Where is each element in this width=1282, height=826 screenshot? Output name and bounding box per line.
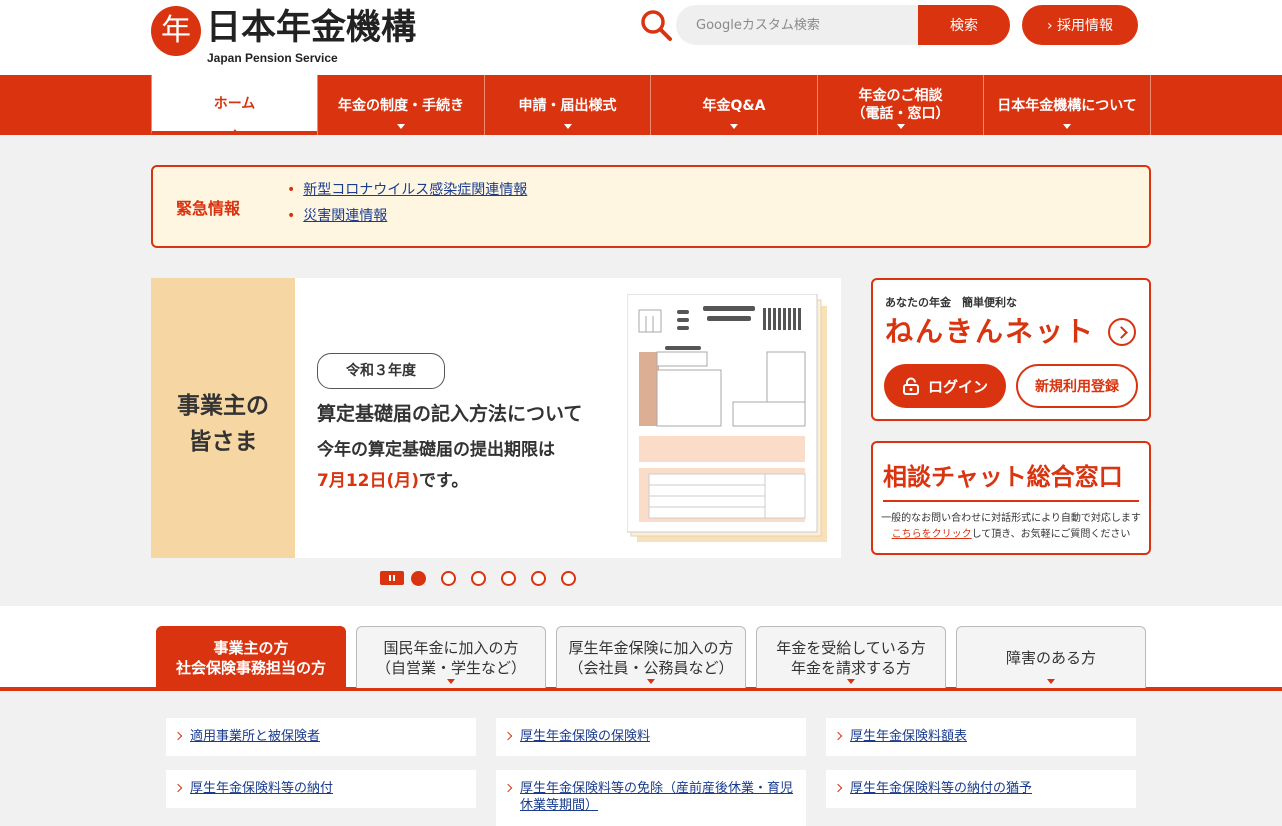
tab-label-line2: （自営業・学生など） — [375, 658, 526, 677]
tab-disability[interactable]: 障害のある方 — [956, 626, 1146, 688]
tab-label-line1: 年金を受給している方 — [776, 638, 926, 657]
consult-chat-title-link[interactable]: 相談チャット総合窓口 — [883, 457, 1139, 502]
login-button-label: ログイン — [927, 377, 988, 396]
banner-side-line1: 事業主の — [177, 393, 269, 419]
banner-side-panel: 事業主の 皆さま — [151, 278, 295, 558]
search-button[interactable]: 検索 — [918, 5, 1010, 45]
nav-item-label: 日本年金機構について — [997, 98, 1137, 114]
search-input[interactable] — [676, 5, 920, 45]
tab-pension-recipients[interactable]: 年金を受給している方 年金を請求する方 — [756, 626, 946, 688]
nav-item-about[interactable]: 日本年金機構について — [983, 75, 1151, 135]
register-button[interactable]: 新規利用登録 — [1016, 364, 1138, 408]
consult-chat-description: 一般的なお問い合わせに対話形式により自動で対応します こちらをクリックして頂き、… — [879, 511, 1143, 543]
tab-label: 事業主の方 社会保険事務担当の方 — [176, 638, 326, 678]
chevron-right-circle-icon[interactable] — [1108, 318, 1136, 346]
tab-label-line2: 年金を請求する方 — [790, 658, 911, 677]
chevron-down-icon — [447, 679, 455, 684]
tab-label: 厚生年金保険に加入の方 （会社員・公務員など） — [568, 638, 733, 678]
tab-label-line2: 社会保険事務担当の方 — [175, 658, 326, 677]
carousel-dot-1[interactable] — [411, 571, 426, 586]
nav-item-label: 年金Q&A — [702, 98, 766, 114]
chevron-down-icon — [847, 679, 855, 684]
chevron-down-icon — [1047, 679, 1055, 684]
tab-label-line2: （会社員・公務員など） — [568, 658, 734, 677]
carousel-dot-5[interactable] — [531, 571, 546, 586]
carousel-pause-button[interactable] — [380, 571, 404, 585]
link-card[interactable]: 厚生年金保険の保険料 — [496, 718, 806, 756]
link-card[interactable]: 厚生年金保険料等の免除（産前産後休業・育児休業等期間） — [496, 770, 806, 826]
link-card[interactable]: 適用事業所と被保険者 — [166, 718, 476, 756]
nav-item-label: ホーム — [213, 96, 256, 112]
tab-employee-pension[interactable]: 厚生年金保険に加入の方 （会社員・公務員など） — [556, 626, 746, 688]
emergency-info-box: 緊急情報 新型コロナウイルス感染症関連情報 災害関連情報 — [151, 165, 1151, 248]
nav-item-label: 申請・届出様式 — [518, 98, 617, 114]
banner-deadline-date: 7月12日(月) — [317, 471, 420, 491]
nav-item-home[interactable]: ホーム — [151, 75, 317, 135]
carousel-dot-4[interactable] — [501, 571, 516, 586]
chevron-down-icon — [896, 124, 905, 129]
nav-item-label: 年金の制度・手続き — [338, 98, 464, 114]
emergency-link-covid[interactable]: 新型コロナウイルス感染症関連情報 — [287, 179, 527, 199]
tab-label: 年金を受給している方 年金を請求する方 — [776, 638, 926, 678]
link-card[interactable]: 厚生年金保険料等の納付の猶予 — [826, 770, 1136, 808]
banner-year-badge: 令和３年度 — [317, 353, 445, 389]
tab-label-line1: 国民年金に加入の方 — [383, 638, 519, 657]
nav-item-label: 年金のご相談 （電話・窓口） — [852, 87, 950, 123]
carousel-dot-6[interactable] — [561, 571, 576, 586]
chat-click-here-link[interactable]: こちらをクリック — [892, 529, 972, 540]
audience-section: 事業主の方 社会保険事務担当の方 国民年金に加入の方 （自営業・学生など） 厚生… — [0, 606, 1282, 826]
tab-employers[interactable]: 事業主の方 社会保険事務担当の方 — [156, 626, 346, 688]
nenkin-net-box: あなたの年金 簡単便利な ねんきんネット ログイン 新規利用登録 — [871, 278, 1151, 421]
banner-deadline-suffix: です。 — [419, 471, 469, 491]
tab-label: 障害のある方 — [1005, 648, 1096, 667]
nav-item-consult[interactable]: 年金のご相談 （電話・窓口） — [817, 75, 983, 135]
global-nav: ホーム 年金の制度・手続き 申請・届出様式 年金Q&A 年金のご相談 （電話・窓… — [0, 75, 1282, 135]
site-logo-text[interactable]: 日本年金機構 — [206, 6, 416, 50]
chat-desc-line2: して頂き、お気軽にご質問ください — [971, 529, 1131, 540]
chevron-down-icon — [397, 124, 405, 129]
chat-desc-line1: 一般的なお問い合わせに対話形式により自動で対応します — [881, 513, 1141, 524]
emergency-link-disaster[interactable]: 災害関連情報 — [287, 205, 387, 225]
chevron-down-icon — [730, 124, 738, 129]
banner-deadline: 7月12日(月)です。 — [317, 466, 468, 491]
carousel-dot-3[interactable] — [471, 571, 486, 586]
link-card[interactable]: 厚生年金保険料額表 — [826, 718, 1136, 756]
logo-mark-icon[interactable]: 年 — [151, 6, 201, 56]
chevron-down-icon — [563, 124, 572, 129]
link-card[interactable]: 厚生年金保険料等の納付 — [166, 770, 476, 808]
site-header: 年 日本年金機構 Japan Pension Service 検索 › 採用情報 — [0, 0, 1282, 75]
nav-item-forms[interactable]: 申請・届出様式 — [484, 75, 650, 135]
tab-label-line1: 事業主の方 — [213, 638, 289, 657]
site-logo-subtitle: Japan Pension Service — [207, 51, 338, 65]
lock-icon — [902, 377, 919, 395]
chevron-down-icon — [1063, 124, 1071, 129]
nav-item-label-line2: （電話・窓口） — [851, 106, 950, 122]
search-icon — [641, 10, 672, 41]
consult-chat-box: 相談チャット総合窓口 一般的なお問い合わせに対話形式により自動で対応します こち… — [871, 441, 1151, 555]
banner-headline: 算定基礎届の記入方法について — [317, 403, 583, 425]
hero-banner[interactable]: 事業主の 皆さま 令和３年度 算定基礎届の記入方法について 今年の算定基礎届の提… — [151, 278, 841, 558]
nenkin-net-subtitle: あなたの年金 簡単便利な — [885, 296, 1017, 309]
nenkin-net-title-link[interactable]: ねんきんネット — [885, 310, 1095, 350]
tab-label-line1: 厚生年金保険に加入の方 — [568, 638, 734, 657]
banner-side-line2: 皆さま — [188, 429, 258, 455]
recruit-button[interactable]: › 採用情報 — [1022, 5, 1138, 45]
banner-side-text: 事業主の 皆さま — [151, 388, 295, 460]
tab-national-pension[interactable]: 国民年金に加入の方 （自営業・学生など） — [356, 626, 546, 688]
tab-label: 国民年金に加入の方 （自営業・学生など） — [376, 638, 526, 678]
nav-item-label-line1: 年金のご相談 — [858, 88, 943, 104]
banner-subtext: 今年の算定基礎届の提出期限は — [317, 440, 555, 460]
active-indicator-icon — [230, 129, 239, 135]
carousel-dot-2[interactable] — [441, 571, 456, 586]
form-document-illustration — [627, 294, 827, 542]
chevron-down-icon — [647, 679, 655, 684]
login-button[interactable]: ログイン — [884, 364, 1006, 408]
nav-item-qa[interactable]: 年金Q&A — [650, 75, 817, 135]
nav-item-system[interactable]: 年金の制度・手続き — [317, 75, 484, 135]
emergency-title: 緊急情報 — [176, 199, 241, 218]
